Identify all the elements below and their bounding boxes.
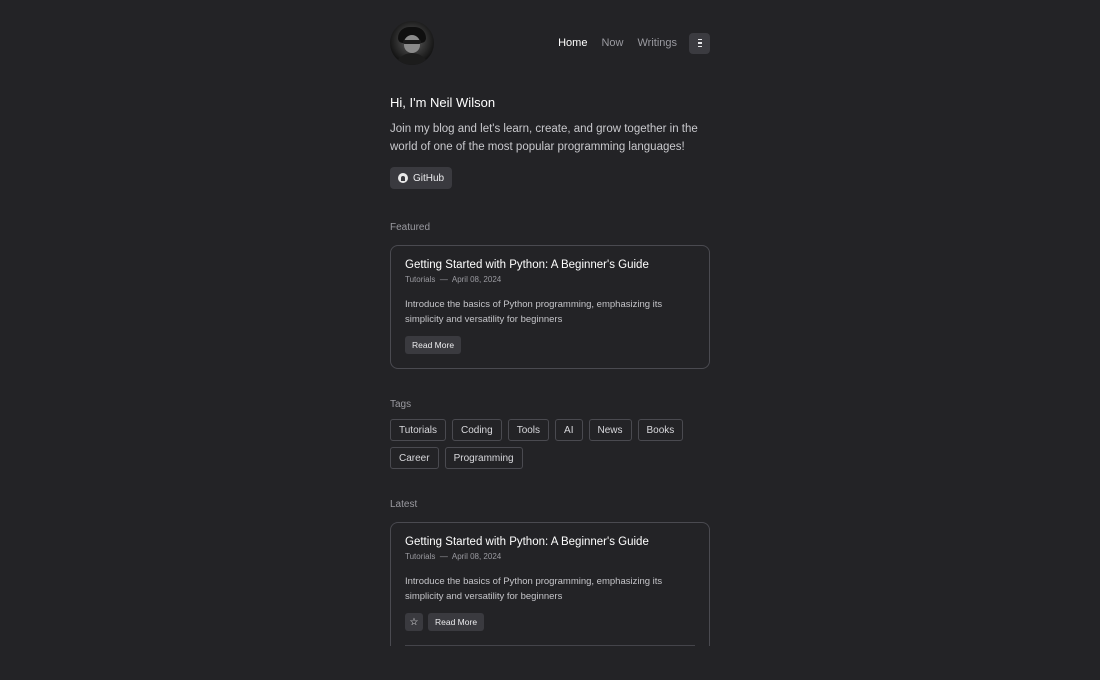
tag-books[interactable]: Books bbox=[637, 419, 684, 441]
nav-writings[interactable]: Writings bbox=[637, 37, 677, 49]
nav-home[interactable]: Home bbox=[558, 37, 587, 49]
intro-text: Join my blog and let's learn, create, an… bbox=[390, 123, 698, 153]
star-button[interactable]: ☆ bbox=[405, 613, 423, 631]
featured-post-card[interactable]: Getting Started with Python: A Beginner'… bbox=[390, 245, 710, 369]
tag-career[interactable]: Career bbox=[390, 447, 439, 469]
post-title[interactable]: Getting Started with Python: A Beginner'… bbox=[405, 535, 695, 549]
featured-label: Featured bbox=[390, 222, 431, 233]
latest-label: Latest bbox=[390, 499, 418, 510]
read-more-button[interactable]: Read More bbox=[428, 613, 485, 631]
post-meta: Tutorials — April 08, 2024 bbox=[405, 275, 695, 284]
tag-tutorials[interactable]: Tutorials bbox=[390, 419, 446, 441]
menu-icon bbox=[697, 38, 702, 48]
post-date: April 08, 2024 bbox=[451, 552, 502, 561]
tag-coding[interactable]: Coding bbox=[451, 419, 502, 441]
post-category[interactable]: Tutorials bbox=[405, 552, 435, 561]
nav-now[interactable]: Now bbox=[601, 37, 623, 49]
github-label: GitHub bbox=[413, 172, 445, 184]
post-description: Introduce the basics of Python programmi… bbox=[405, 299, 663, 325]
post-actions: Read More bbox=[405, 336, 695, 354]
post-category[interactable]: Tutorials bbox=[405, 275, 435, 284]
meta-separator: — bbox=[439, 275, 448, 284]
post-date: April 08, 2024 bbox=[451, 275, 502, 284]
post-title[interactable]: Getting Started with Python: A Beginner'… bbox=[405, 258, 695, 272]
tag-programming[interactable]: Programming bbox=[444, 447, 523, 469]
tag-ai[interactable]: AI bbox=[555, 419, 583, 441]
post-meta: Tutorials — April 08, 2024 bbox=[405, 552, 695, 561]
meta-separator: — bbox=[439, 552, 448, 561]
menu-button[interactable] bbox=[689, 32, 710, 54]
tag-list: Tutorials Coding Tools AI News Books Car… bbox=[390, 419, 710, 469]
github-button[interactable]: GitHub bbox=[390, 167, 453, 189]
latest-post-card[interactable]: Getting Started with Python: A Beginner'… bbox=[390, 522, 710, 646]
tag-news[interactable]: News bbox=[588, 419, 632, 441]
read-more-button[interactable]: Read More bbox=[405, 336, 462, 354]
intro-title: Hi, I'm Neil Wilson bbox=[390, 95, 496, 110]
post-description: Introduce the basics of Python programmi… bbox=[405, 576, 663, 602]
post-actions: ☆ Read More bbox=[405, 613, 695, 631]
avatar[interactable] bbox=[390, 21, 434, 65]
github-icon bbox=[398, 173, 408, 183]
divider bbox=[405, 645, 695, 646]
header: Home Now Writings bbox=[390, 21, 710, 65]
star-icon: ☆ bbox=[409, 616, 419, 628]
tag-tools[interactable]: Tools bbox=[507, 419, 550, 441]
tags-label: Tags bbox=[390, 399, 412, 410]
main-nav: Home Now Writings bbox=[558, 32, 710, 54]
page: Home Now Writings Hi, I'm Neil Wilson Jo… bbox=[390, 21, 710, 646]
